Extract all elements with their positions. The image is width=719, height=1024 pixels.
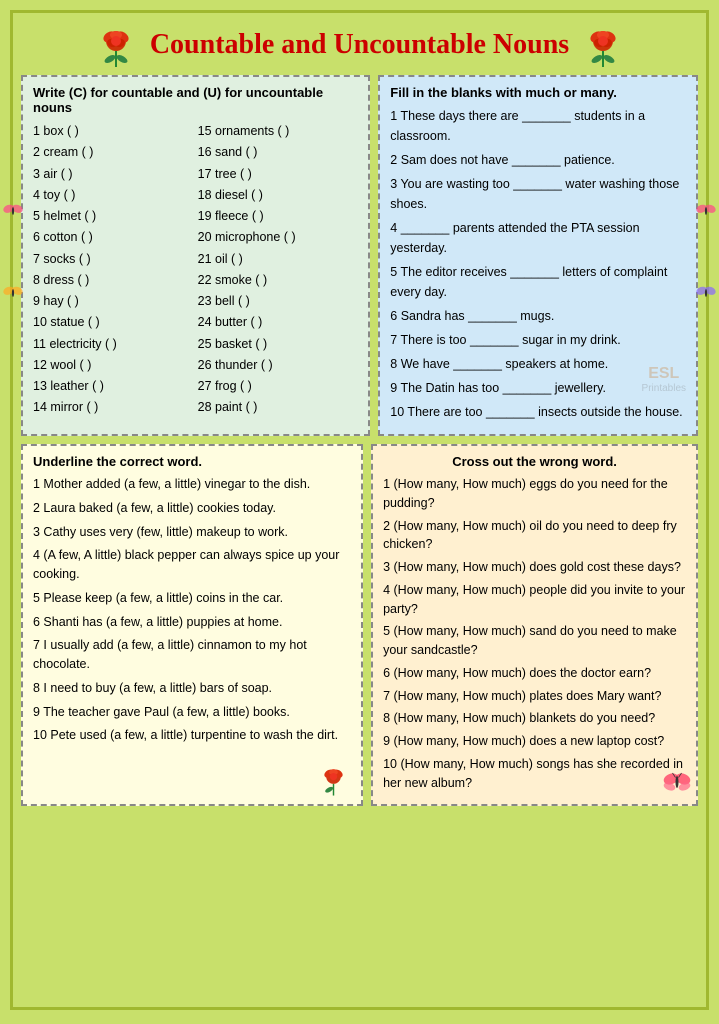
butterfly-right-icon2 xyxy=(695,282,717,304)
sentence: 6 Sandra has _______ mugs. xyxy=(390,306,686,326)
sentence: 2 Sam does not have _______ patience. xyxy=(390,150,686,170)
sentence: 5 Please keep (a few, a little) coins in… xyxy=(33,589,351,608)
list-item: 26 thunder ( ) xyxy=(198,355,359,376)
sentence: 7 (How many, How much) plates does Mary … xyxy=(383,687,686,706)
section3-instruction: Underline the correct word. xyxy=(33,454,351,469)
sentence: 9 (How many, How much) does a new laptop… xyxy=(383,732,686,751)
section4-instruction: Cross out the wrong word. xyxy=(383,454,686,469)
list-item: 15 ornaments ( ) xyxy=(198,121,359,142)
sentence: 10 There are too _______ insects outside… xyxy=(390,402,686,422)
list-item: 5 helmet ( ) xyxy=(33,206,194,227)
sentence: 2 Laura baked (a few, a little) cookies … xyxy=(33,499,351,518)
sentence: 7 There is too _______ sugar in my drink… xyxy=(390,330,686,350)
side-deco-left xyxy=(2,200,24,304)
list-item: 27 frog ( ) xyxy=(198,376,359,397)
butterfly-left-icon2 xyxy=(2,282,24,304)
sentence: 6 Shanti has (a few, a little) puppies a… xyxy=(33,613,351,632)
page: Countable and Uncountable Nouns Write (C… xyxy=(10,10,709,1010)
sentence: 3 You are wasting too _______ water wash… xyxy=(390,174,686,214)
list-item: 9 hay ( ) xyxy=(33,291,194,312)
section1-list: 1 box ( ) 2 cream ( ) 3 air ( ) 4 toy ( … xyxy=(33,121,358,419)
list-item: 20 microphone ( ) xyxy=(198,227,359,248)
butterfly-deco xyxy=(662,767,692,800)
sentence: 8 I need to buy (a few, a little) bars o… xyxy=(33,679,351,698)
list-item: 22 smoke ( ) xyxy=(198,270,359,291)
section1-col2: 15 ornaments ( ) 16 sand ( ) 17 tree ( )… xyxy=(198,121,359,419)
sentence: 6 (How many, How much) does the doctor e… xyxy=(383,664,686,683)
list-item: 17 tree ( ) xyxy=(198,164,359,185)
sentence: 2 (How many, How much) oil do you need t… xyxy=(383,517,686,555)
watermark: ESL Printables xyxy=(642,365,686,394)
list-item: 24 butter ( ) xyxy=(198,312,359,333)
sentence: 9 The teacher gave Paul (a few, a little… xyxy=(33,703,351,722)
sentence: 10 (How many, How much) songs has she re… xyxy=(383,755,686,793)
sentence: 1 (How many, How much) eggs do you need … xyxy=(383,475,686,513)
list-item: 6 cotton ( ) xyxy=(33,227,194,248)
rose-left-icon xyxy=(92,21,140,69)
section-crossout: Cross out the wrong word. 1 (How many, H… xyxy=(371,444,698,806)
list-item: 7 socks ( ) xyxy=(33,249,194,270)
sentence: 8 (How many, How much) blankets do you n… xyxy=(383,709,686,728)
list-item: 13 leather ( ) xyxy=(33,376,194,397)
sentence: 4 (A few, A little) black pepper can alw… xyxy=(33,546,351,584)
list-item: 18 diesel ( ) xyxy=(198,185,359,206)
rose-bottom-deco xyxy=(316,762,351,800)
sentence: 3 (How many, How much) does gold cost th… xyxy=(383,558,686,577)
section-countable: Write (C) for countable and (U) for unco… xyxy=(21,75,370,436)
list-item: 28 paint ( ) xyxy=(198,397,359,418)
list-item: 1 box ( ) xyxy=(33,121,194,142)
list-item: 14 mirror ( ) xyxy=(33,397,194,418)
section-fill-blank: Fill in the blanks with much or many. 1 … xyxy=(378,75,698,436)
section2-instruction: Fill in the blanks with much or many. xyxy=(390,85,686,100)
bottom-sections: Underline the correct word. 1 Mother add… xyxy=(21,444,698,806)
list-item: 11 electricity ( ) xyxy=(33,334,194,355)
list-item: 19 fleece ( ) xyxy=(198,206,359,227)
list-item: 12 wool ( ) xyxy=(33,355,194,376)
list-item: 25 basket ( ) xyxy=(198,334,359,355)
list-item: 10 statue ( ) xyxy=(33,312,194,333)
list-item: 23 bell ( ) xyxy=(198,291,359,312)
sentence: 7 I usually add (a few, a little) cinnam… xyxy=(33,636,351,674)
list-item: 21 oil ( ) xyxy=(198,249,359,270)
sentence: 4 (How many, How much) people did you in… xyxy=(383,581,686,619)
section1-col1: 1 box ( ) 2 cream ( ) 3 air ( ) 4 toy ( … xyxy=(33,121,194,419)
sentence: 1 These days there are _______ students … xyxy=(390,106,686,146)
list-item: 4 toy ( ) xyxy=(33,185,194,206)
sentence: 5 (How many, How much) sand do you need … xyxy=(383,622,686,660)
list-item: 16 sand ( ) xyxy=(198,142,359,163)
sentence: 4 _______ parents attended the PTA sessi… xyxy=(390,218,686,258)
list-item: 8 dress ( ) xyxy=(33,270,194,291)
page-title: Countable and Uncountable Nouns xyxy=(150,29,569,61)
list-item: 2 cream ( ) xyxy=(33,142,194,163)
butterfly-right-icon xyxy=(695,200,717,222)
section3-sentences: 1 Mother added (a few, a little) vinegar… xyxy=(33,475,351,745)
rose-right-icon xyxy=(579,21,627,69)
sentence: 5 The editor receives _______ letters of… xyxy=(390,262,686,302)
side-deco-right xyxy=(695,200,717,304)
sentence: 10 Pete used (a few, a little) turpentin… xyxy=(33,726,351,745)
list-item: 3 air ( ) xyxy=(33,164,194,185)
section1-instruction: Write (C) for countable and (U) for unco… xyxy=(33,85,358,115)
butterfly-left-icon xyxy=(2,200,24,222)
section4-sentences: 1 (How many, How much) eggs do you need … xyxy=(383,475,686,792)
sentence: 3 Cathy uses very (few, little) makeup t… xyxy=(33,523,351,542)
section-underline: Underline the correct word. 1 Mother add… xyxy=(21,444,363,806)
sentence: 1 Mother added (a few, a little) vinegar… xyxy=(33,475,351,494)
